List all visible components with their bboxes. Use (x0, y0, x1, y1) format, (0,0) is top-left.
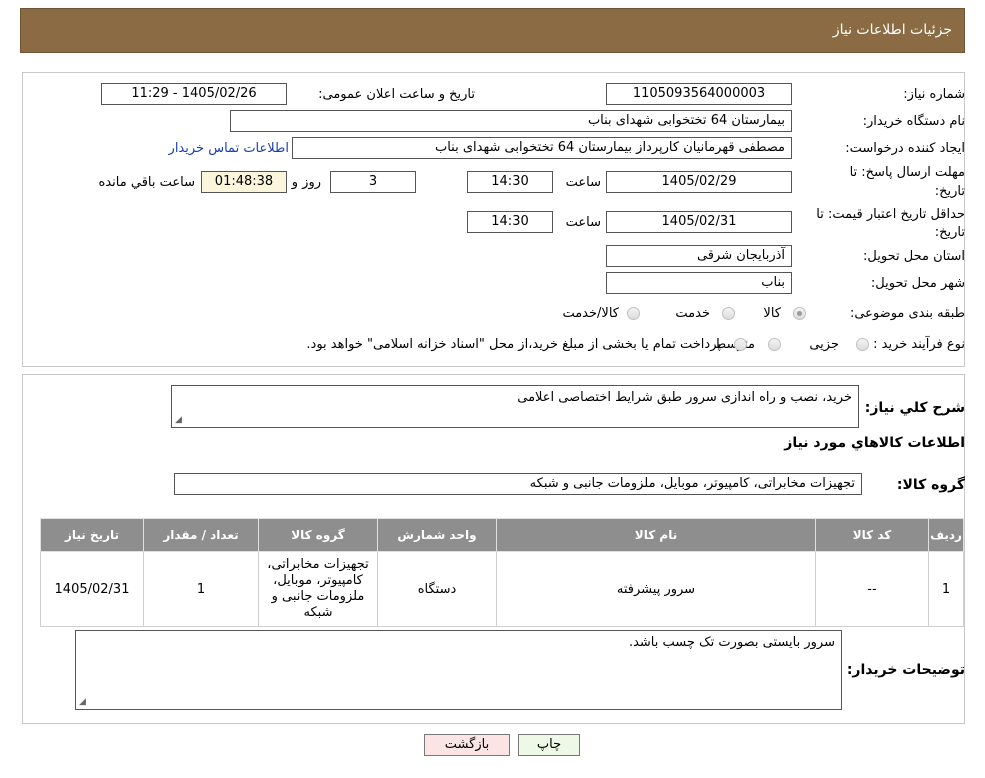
buyer-org-label: نام دستگاه خریدار: (862, 114, 965, 129)
back-button[interactable]: بازگشت (424, 734, 510, 756)
delivery-city-field: بناب (606, 272, 792, 294)
request-creator-field: مصطفی قهرمانیان کارپرداز بیمارستان 64 تخ… (292, 137, 792, 159)
col-quantity: تعداد / مقدار (143, 518, 259, 552)
remaining-time-label: ساعت باقي مانده (98, 175, 195, 190)
print-button[interactable]: چاپ (518, 734, 580, 756)
process-medium-radio[interactable] (768, 338, 781, 351)
process-treasury-note: پرداخت تمام یا بخشی از مبلغ خرید،از محل … (306, 337, 721, 352)
process-minor-radio[interactable] (856, 338, 869, 351)
cell-goods-name: سرور پیشرفته (496, 551, 816, 627)
need-number-label: شماره نیاز: (903, 87, 965, 102)
col-need-date: تاریخ نیاز (40, 518, 144, 552)
request-creator-label: ایجاد کننده درخواست: (845, 141, 965, 156)
price-validity-time-label: ساعت (565, 215, 601, 230)
col-goods-code: کد کالا (815, 518, 929, 552)
process-minor-label: جزیی (809, 337, 839, 352)
buyer-contact-link[interactable]: اطلاعات تماس خریدار (169, 141, 289, 156)
delivery-city-label: شهر محل تحویل: (870, 276, 965, 291)
cell-quantity: 1 (143, 551, 259, 627)
announce-datetime-field: 1405/02/26 - 11:29 (101, 83, 287, 105)
col-row-number: ردیف (928, 518, 964, 552)
summary-text: خرید، نصب و راه اندازی سرور طبق شرایط اخ… (517, 390, 852, 405)
summary-textarea[interactable]: خرید، نصب و راه اندازی سرور طبق شرایط اخ… (171, 385, 859, 428)
cell-goods-group: تجهیزات مخابراتی، کامپیوتر، موبایل، ملزو… (258, 551, 378, 627)
price-validity-label: حداقل تاریخ اعتبار قیمت: تا (816, 207, 965, 222)
cell-goods-code: -- (815, 551, 929, 627)
col-unit: واحد شمارش (377, 518, 497, 552)
goods-table-header: ردیف کد کالا نام کالا واحد شمارش گروه کا… (40, 518, 964, 552)
price-validity-label-date: تاریخ: (934, 225, 965, 240)
category-goods-radio[interactable] (793, 307, 806, 320)
deadline-time-label: ساعت (565, 175, 601, 190)
resize-grip-icon[interactable]: ◢ (175, 415, 182, 425)
buyer-notes-label: توضیحات خریدار: (846, 662, 965, 678)
deadline-time-field: 14:30 (467, 171, 553, 193)
need-number-field: 1105093564000003 (606, 83, 792, 105)
goods-group-label: گروه کالا: (896, 477, 965, 493)
price-validity-date-field: 1405/02/31 (606, 211, 792, 233)
goods-group-field: تجهیزات مخابراتی، کامپیوتر، موبایل، ملزو… (174, 473, 862, 495)
buyer-notes-textarea[interactable]: سرور بایستی بصورت تک چسب باشد. ◢ (75, 630, 842, 710)
cell-unit: دستگاه (377, 551, 497, 627)
cell-need-date: 1405/02/31 (40, 551, 144, 627)
announce-datetime-label: تاریخ و ساعت اعلان عمومی: (318, 87, 475, 102)
delivery-province-field: آذربایجان شرقی (606, 245, 792, 267)
category-service-label: خدمت (675, 306, 710, 321)
goods-table: ردیف کد کالا نام کالا واحد شمارش گروه کا… (40, 518, 964, 627)
category-service-radio[interactable] (722, 307, 735, 320)
process-treasury-radio[interactable] (734, 338, 747, 351)
table-row: 1 -- سرور پیشرفته دستگاه تجهیزات مخابرات… (40, 551, 964, 627)
page-title: جزئیات اطلاعات نیاز (832, 22, 952, 38)
price-validity-time-field: 14:30 (467, 211, 553, 233)
remaining-time-timer: 01:48:38 (201, 171, 287, 193)
remaining-days-field: 3 (330, 171, 416, 193)
buyer-notes-text: سرور بایستی بصورت تک چسب باشد. (628, 635, 835, 650)
resize-grip-icon[interactable]: ◢ (79, 697, 86, 707)
summary-label: شرح کلي نیاز: (864, 400, 965, 416)
subject-category-label: طبقه بندی موضوعی: (849, 306, 965, 321)
category-goods-service-radio[interactable] (627, 307, 640, 320)
deadline-date-field: 1405/02/29 (606, 171, 792, 193)
deadline-label-date: تاریخ: (934, 184, 965, 199)
col-goods-name: نام کالا (496, 518, 816, 552)
category-goods-service-label: کالا/خدمت (562, 306, 619, 321)
buyer-org-field: بیمارستان 64 تختخوابی شهدای بناب (230, 110, 792, 132)
page-header: جزئیات اطلاعات نیاز (20, 8, 965, 53)
cell-row-number: 1 (928, 551, 964, 627)
col-goods-group: گروه کالا (258, 518, 378, 552)
delivery-province-label: استان محل تحویل: (863, 249, 965, 264)
goods-info-title: اطلاعات کالاهاي مورد نیاز (784, 435, 965, 451)
category-goods-label: کالا (763, 306, 781, 321)
deadline-label: مهلت ارسال پاسخ: تا (849, 165, 965, 180)
days-label: روز و (291, 175, 321, 190)
purchase-process-label: نوع فرآیند خرید : (873, 337, 965, 352)
